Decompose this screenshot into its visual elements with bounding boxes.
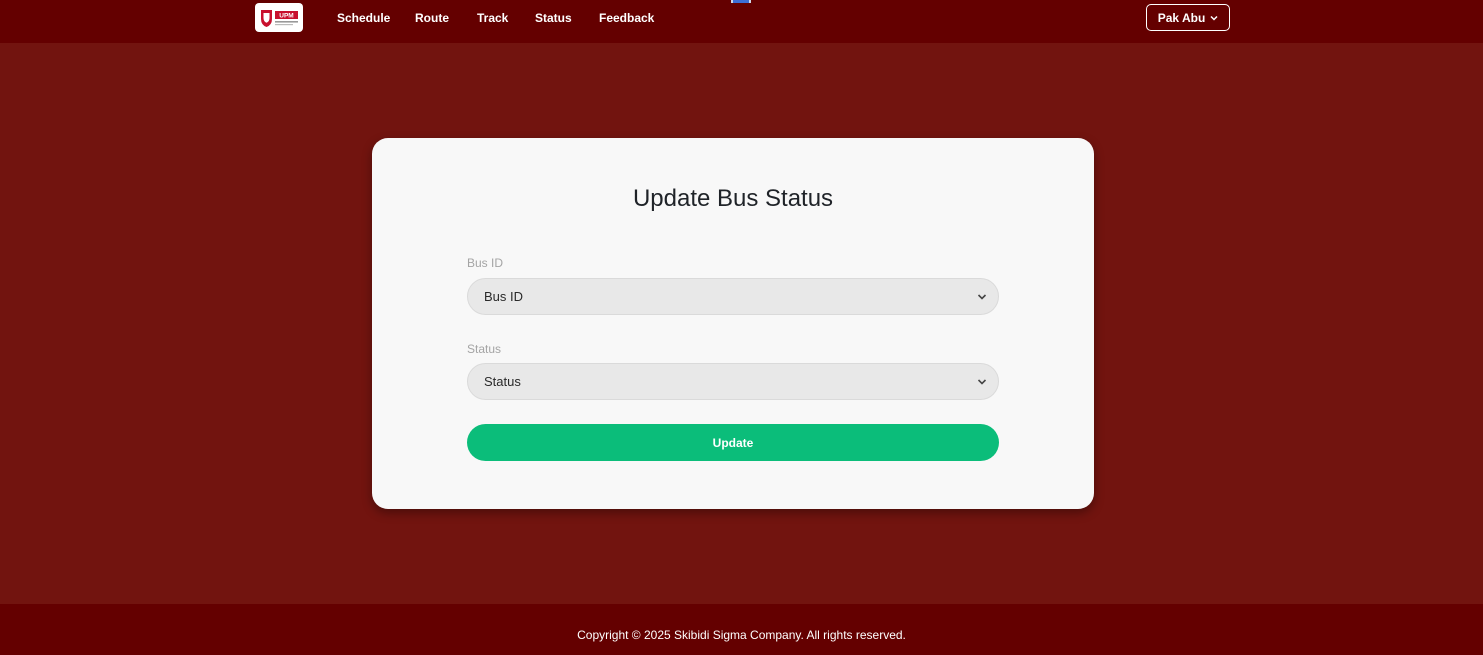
chevron-down-icon: [977, 379, 987, 385]
user-menu-button[interactable]: Pak Abu: [1146, 4, 1230, 31]
status-selected-value: Status: [484, 374, 521, 389]
nav-link-schedule[interactable]: Schedule: [337, 11, 390, 27]
navbar: UPM Schedule Route Track Status Feedback…: [0, 0, 1483, 43]
status-select[interactable]: Status: [467, 363, 999, 400]
nav-link-feedback[interactable]: Feedback: [599, 11, 654, 27]
bus-id-select[interactable]: Bus ID: [467, 278, 999, 315]
nav-link-track[interactable]: Track: [477, 11, 508, 27]
status-label: Status: [467, 342, 502, 356]
nav-link-status[interactable]: Status: [535, 11, 572, 27]
page-title: Update Bus Status: [632, 185, 834, 212]
footer: Copyright © 2025 Skibidi Sigma Company. …: [0, 604, 1483, 655]
copyright-text: Copyright © 2025 Skibidi Sigma Company. …: [577, 628, 906, 642]
flag-icon: [731, 0, 751, 3]
nav-link-route[interactable]: Route: [415, 11, 449, 27]
update-status-card: Update Bus Status Bus ID Bus ID Status S…: [372, 138, 1094, 509]
upm-logo[interactable]: UPM: [255, 3, 303, 32]
user-name: Pak Abu: [1157, 10, 1206, 25]
chevron-down-icon: [1210, 15, 1218, 21]
logo-text: UPM: [279, 12, 293, 19]
logo-emblem-icon: UPM: [261, 9, 298, 27]
update-button[interactable]: Update: [467, 424, 999, 461]
chevron-down-icon: [977, 294, 987, 300]
bus-id-selected-value: Bus ID: [484, 289, 524, 304]
bus-id-label: Bus ID: [467, 256, 504, 270]
